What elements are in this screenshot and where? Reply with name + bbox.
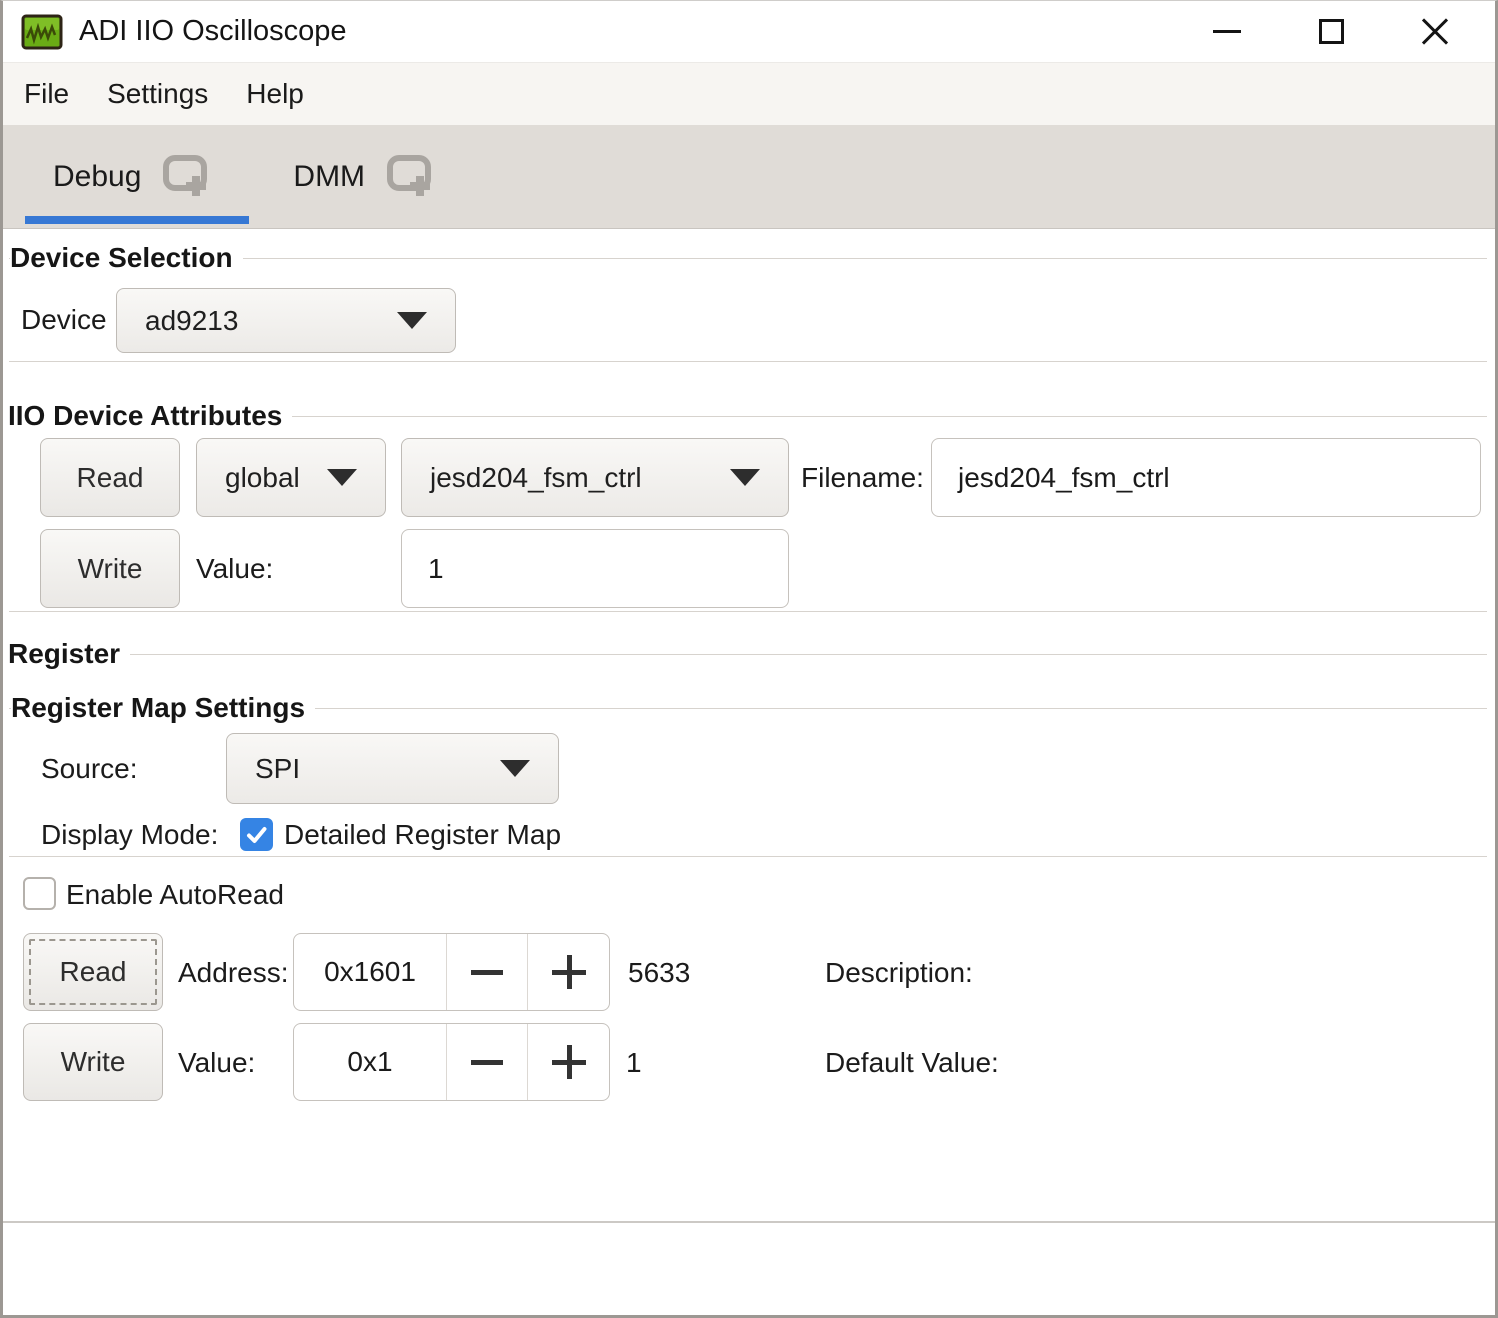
source-label: Source: bbox=[41, 754, 138, 784]
enable-autoread-label: Enable AutoRead bbox=[66, 880, 284, 910]
device-label: Device bbox=[21, 305, 107, 335]
display-mode-label: Display Mode: bbox=[41, 820, 218, 850]
description-label: Description: bbox=[825, 958, 973, 988]
iio-attributes-frame-label: IIO Device Attributes bbox=[8, 399, 292, 433]
source-dropdown-value: SPI bbox=[255, 753, 300, 785]
attr-scope-dropdown[interactable]: global bbox=[196, 438, 386, 517]
app-window: ADI IIO Oscilloscope File Settings Help … bbox=[0, 0, 1498, 1318]
value-spinbox: 0x1 bbox=[293, 1023, 610, 1101]
address-label: Address: bbox=[178, 958, 289, 988]
attr-name-value: jesd204_fsm_ctrl bbox=[430, 462, 642, 494]
tab-debug[interactable]: Debug bbox=[53, 125, 215, 228]
attr-value-field[interactable]: 1 bbox=[401, 529, 789, 608]
chevron-down-icon bbox=[500, 760, 530, 777]
source-dropdown[interactable]: SPI bbox=[226, 733, 559, 804]
tab-dmm-label: DMM bbox=[293, 160, 365, 194]
register-frame-label: Register bbox=[8, 637, 130, 671]
plus-icon bbox=[552, 955, 586, 989]
tab-dmm[interactable]: DMM bbox=[293, 125, 439, 228]
window-controls bbox=[1175, 1, 1487, 62]
attr-scope-value: global bbox=[225, 462, 300, 494]
value-increment-button[interactable] bbox=[528, 1024, 609, 1100]
device-dropdown[interactable]: ad9213 bbox=[116, 288, 456, 353]
value-decrement-button[interactable] bbox=[447, 1024, 528, 1100]
detach-tab-icon[interactable] bbox=[159, 149, 215, 205]
tab-bar: Debug DMM bbox=[3, 125, 1495, 229]
register-write-button[interactable]: Write bbox=[23, 1023, 163, 1101]
chevron-down-icon bbox=[397, 312, 427, 329]
register-map-settings-frame-bottom bbox=[9, 856, 1487, 857]
value-spinbox-value[interactable]: 0x1 bbox=[294, 1024, 447, 1100]
check-icon bbox=[244, 822, 270, 848]
close-icon bbox=[1420, 17, 1450, 47]
display-mode-option-label: Detailed Register Map bbox=[284, 820, 561, 850]
attr-read-button[interactable]: Read bbox=[40, 438, 180, 517]
active-tab-indicator bbox=[25, 216, 249, 224]
address-spinbox-value[interactable]: 0x1601 bbox=[294, 934, 447, 1010]
window-title: ADI IIO Oscilloscope bbox=[79, 15, 347, 48]
register-read-button[interactable]: Read bbox=[23, 933, 163, 1011]
value-decimal-value: 1 bbox=[626, 1048, 642, 1078]
default-value-label: Default Value: bbox=[825, 1048, 999, 1078]
device-selection-frame-label: Device Selection bbox=[10, 241, 243, 275]
menu-file[interactable]: File bbox=[5, 78, 88, 110]
address-increment-button[interactable] bbox=[528, 934, 609, 1010]
tab-debug-label: Debug bbox=[53, 160, 141, 194]
attr-value-label: Value: bbox=[196, 554, 273, 584]
minimize-button[interactable] bbox=[1175, 1, 1279, 62]
attr-name-dropdown[interactable]: jesd204_fsm_ctrl bbox=[401, 438, 789, 517]
maximize-button[interactable] bbox=[1279, 1, 1383, 62]
debug-panel: Device Selection Device ad9213 IIO Devic… bbox=[3, 229, 1495, 1317]
enable-autoread-checkbox[interactable] bbox=[23, 877, 56, 910]
display-mode-checkbox[interactable] bbox=[240, 818, 273, 851]
chevron-down-icon bbox=[327, 469, 357, 486]
chevron-down-icon bbox=[730, 469, 760, 486]
close-button[interactable] bbox=[1383, 1, 1487, 62]
minimize-icon bbox=[1213, 30, 1241, 33]
iio-attributes-frame-bottom bbox=[9, 611, 1487, 612]
menu-settings[interactable]: Settings bbox=[88, 78, 227, 110]
register-frame-line bbox=[9, 654, 1487, 655]
device-selection-frame-bottom bbox=[9, 361, 1487, 362]
menu-bar: File Settings Help bbox=[3, 62, 1495, 125]
address-decimal-value: 5633 bbox=[628, 958, 690, 988]
plus-icon bbox=[552, 1045, 586, 1079]
address-spinbox: 0x1601 bbox=[293, 933, 610, 1011]
filename-field[interactable]: jesd204_fsm_ctrl bbox=[931, 438, 1481, 517]
attr-write-button[interactable]: Write bbox=[40, 529, 180, 608]
detach-tab-icon[interactable] bbox=[383, 149, 439, 205]
register-map-settings-frame-label: Register Map Settings bbox=[11, 691, 315, 725]
device-dropdown-value: ad9213 bbox=[145, 305, 238, 337]
minus-icon bbox=[471, 1060, 503, 1065]
menu-help[interactable]: Help bbox=[227, 78, 323, 110]
app-icon bbox=[21, 14, 63, 50]
filename-label: Filename: bbox=[801, 463, 924, 493]
register-frame-bottom bbox=[3, 1221, 1495, 1223]
address-decrement-button[interactable] bbox=[447, 934, 528, 1010]
minus-icon bbox=[471, 970, 503, 975]
register-value-label: Value: bbox=[178, 1048, 255, 1078]
title-bar: ADI IIO Oscilloscope bbox=[3, 1, 1495, 62]
maximize-icon bbox=[1319, 19, 1344, 44]
